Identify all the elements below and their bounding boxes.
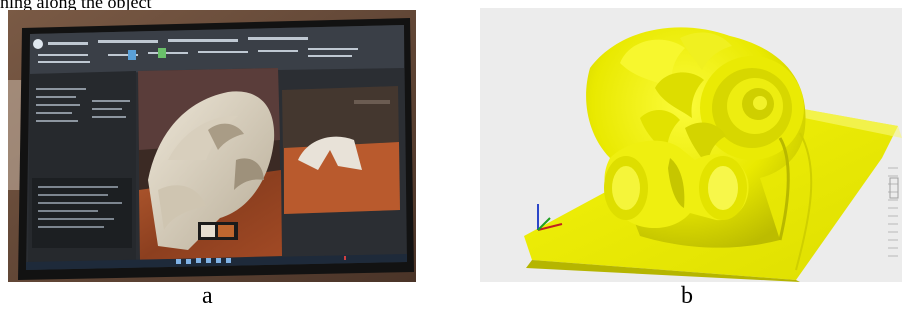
- 3d-scan-model-render: [480, 8, 902, 282]
- panel-label-a: a: [202, 283, 213, 309]
- panel-label-b: b: [681, 283, 693, 309]
- photo-laptop-scanning: [8, 10, 416, 282]
